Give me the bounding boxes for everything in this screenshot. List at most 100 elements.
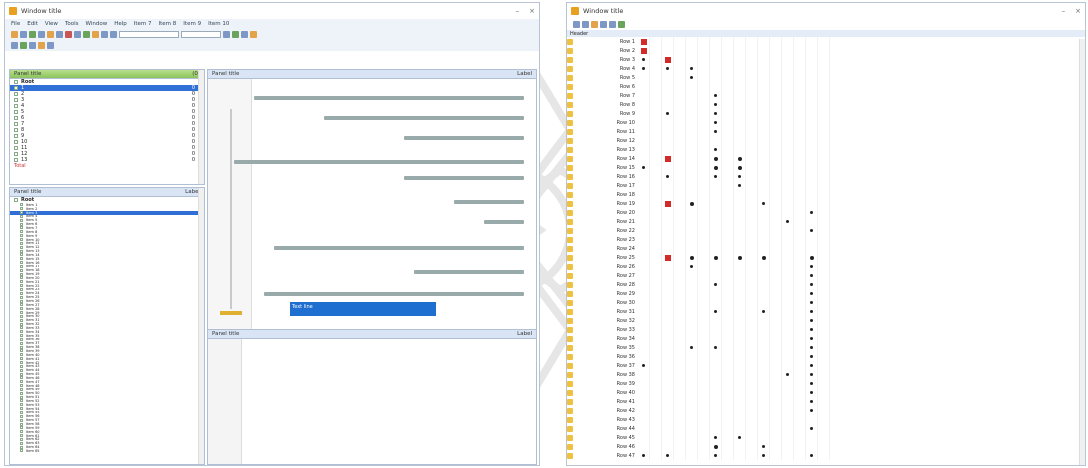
- matrix-cell[interactable]: [698, 217, 710, 226]
- matrix-cell[interactable]: [722, 235, 734, 244]
- matrix-cell[interactable]: [662, 361, 674, 370]
- matrix-cell[interactable]: [734, 172, 746, 181]
- matrix-cell[interactable]: [734, 46, 746, 55]
- matrix-cell[interactable]: [722, 298, 734, 307]
- matrix-cell[interactable]: [734, 64, 746, 73]
- matrix-cell[interactable]: [734, 298, 746, 307]
- matrix-cell[interactable]: [650, 109, 662, 118]
- matrix-cell[interactable]: [734, 73, 746, 82]
- matrix-cell[interactable]: [662, 145, 674, 154]
- matrix-cell[interactable]: [698, 316, 710, 325]
- matrix-cell[interactable]: [650, 379, 662, 388]
- matrix-cell[interactable]: [638, 145, 650, 154]
- matrix-cell[interactable]: [806, 226, 818, 235]
- matrix-cell[interactable]: [662, 415, 674, 424]
- matrix-cell[interactable]: [710, 388, 722, 397]
- matrix-cell[interactable]: [758, 181, 770, 190]
- matrix-row[interactable]: Row 1: [567, 37, 1085, 46]
- matrix-cell[interactable]: [698, 82, 710, 91]
- matrix-cell[interactable]: [722, 73, 734, 82]
- matrix-cell[interactable]: [710, 451, 722, 460]
- matrix-cell[interactable]: [818, 235, 830, 244]
- matrix-cell[interactable]: [734, 262, 746, 271]
- matrix-cell[interactable]: [770, 181, 782, 190]
- matrix-cell[interactable]: [638, 451, 650, 460]
- matrix-cell[interactable]: [770, 253, 782, 262]
- matrix-cell[interactable]: [710, 217, 722, 226]
- matrix-cell[interactable]: [806, 73, 818, 82]
- matrix-cell[interactable]: [734, 361, 746, 370]
- matrix-cell[interactable]: [782, 379, 794, 388]
- matrix-cell[interactable]: [782, 370, 794, 379]
- matrix-cell[interactable]: [638, 289, 650, 298]
- matrix-cell[interactable]: [794, 352, 806, 361]
- matrix-cell[interactable]: [662, 271, 674, 280]
- matrix-cell[interactable]: [746, 379, 758, 388]
- matrix-cell[interactable]: [686, 235, 698, 244]
- new-icon[interactable]: [29, 31, 36, 38]
- matrix-cell[interactable]: [686, 280, 698, 289]
- matrix-cell[interactable]: [818, 154, 830, 163]
- matrix-cell[interactable]: [782, 82, 794, 91]
- matrix-cell[interactable]: [818, 136, 830, 145]
- matrix-cell[interactable]: [722, 451, 734, 460]
- matrix-cell[interactable]: [686, 154, 698, 163]
- matrix-cell[interactable]: [806, 91, 818, 100]
- document-scrollbar[interactable]: [198, 70, 204, 184]
- matrix-cell[interactable]: [806, 37, 818, 46]
- matrix-cell[interactable]: [638, 334, 650, 343]
- matrix-cell[interactable]: [710, 100, 722, 109]
- matrix-cell[interactable]: [806, 46, 818, 55]
- matrix-cell[interactable]: [806, 244, 818, 253]
- matrix-cell[interactable]: [806, 433, 818, 442]
- matrix-cell[interactable]: [770, 208, 782, 217]
- matrix-cell[interactable]: [770, 451, 782, 460]
- matrix-cell[interactable]: [746, 253, 758, 262]
- matrix-cell[interactable]: [806, 388, 818, 397]
- highlighted-segment[interactable]: Text line: [290, 302, 436, 316]
- matrix-cell[interactable]: [770, 334, 782, 343]
- matrix-cell[interactable]: [806, 280, 818, 289]
- matrix-cell[interactable]: [710, 208, 722, 217]
- matrix-cell[interactable]: [650, 55, 662, 64]
- matrix-cell[interactable]: [650, 163, 662, 172]
- matrix-cell[interactable]: [710, 415, 722, 424]
- matrix-cell[interactable]: [818, 91, 830, 100]
- matrix-cell[interactable]: [686, 298, 698, 307]
- matrix-cell[interactable]: [674, 199, 686, 208]
- matrix-cell[interactable]: [734, 244, 746, 253]
- matrix-cell[interactable]: [758, 361, 770, 370]
- matrix-cell[interactable]: [686, 244, 698, 253]
- grid-icon[interactable]: [11, 42, 18, 49]
- matrix-cell[interactable]: [722, 127, 734, 136]
- matrix-cell[interactable]: [638, 46, 650, 55]
- matrix-cell[interactable]: [818, 163, 830, 172]
- matrix-cell[interactable]: [686, 289, 698, 298]
- code-icon[interactable]: [83, 31, 90, 38]
- matrix-cell[interactable]: [782, 235, 794, 244]
- matrix-cell[interactable]: [686, 415, 698, 424]
- matrix-cell[interactable]: [818, 280, 830, 289]
- matrix-cell[interactable]: [818, 109, 830, 118]
- matrix-cell[interactable]: [722, 217, 734, 226]
- matrix-cell[interactable]: [758, 64, 770, 73]
- matrix-cell[interactable]: [650, 325, 662, 334]
- matrix-cell[interactable]: [794, 154, 806, 163]
- matrix-cell[interactable]: [698, 181, 710, 190]
- matrix-cell[interactable]: [638, 388, 650, 397]
- matrix-scrollbar[interactable]: [1079, 39, 1085, 465]
- matrix-cell[interactable]: [662, 163, 674, 172]
- matrix-cell[interactable]: [698, 64, 710, 73]
- matrix-cell[interactable]: [722, 352, 734, 361]
- matrix-cell[interactable]: [686, 163, 698, 172]
- matrix-cell[interactable]: [710, 406, 722, 415]
- matrix-cell[interactable]: [674, 379, 686, 388]
- matrix-cell[interactable]: [818, 253, 830, 262]
- matrix-cell[interactable]: [818, 208, 830, 217]
- matrix-cell[interactable]: [650, 271, 662, 280]
- matrix-cell[interactable]: [710, 136, 722, 145]
- matrix-cell[interactable]: [782, 451, 794, 460]
- matrix-cell[interactable]: [638, 73, 650, 82]
- menu-item-2[interactable]: Edit: [27, 21, 38, 27]
- matrix-cell[interactable]: [770, 235, 782, 244]
